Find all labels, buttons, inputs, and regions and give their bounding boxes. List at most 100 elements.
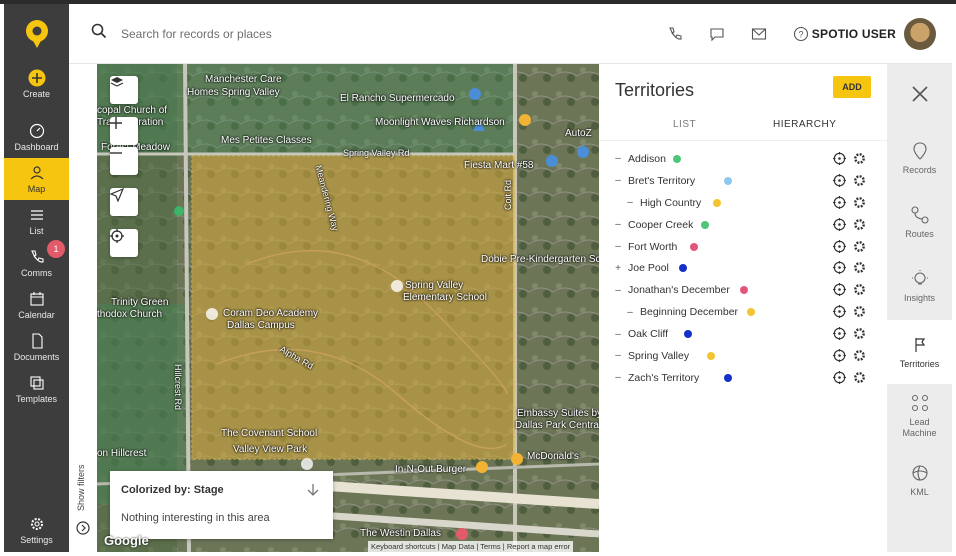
territory-row[interactable]: – Beginning December xyxy=(599,301,887,323)
territory-settings-icon[interactable] xyxy=(853,305,866,321)
chat-icon[interactable] xyxy=(696,26,738,42)
territory-row[interactable]: – Oak Cliff xyxy=(599,323,887,345)
locate-territory-icon[interactable] xyxy=(833,152,846,168)
rail-territories[interactable]: Territories xyxy=(887,320,952,384)
nav-comms[interactable]: Comms 1 xyxy=(4,240,69,284)
territory-row[interactable]: – Spring Valley xyxy=(599,345,887,367)
nav-list[interactable]: List xyxy=(4,200,69,242)
locate-territory-icon[interactable] xyxy=(833,261,846,277)
phone-icon[interactable] xyxy=(654,26,696,42)
expand-toggle[interactable]: + xyxy=(613,263,623,274)
territory-row[interactable]: – Zach's Territory xyxy=(599,367,887,389)
top-bar: ? SPOTIO USER xyxy=(69,4,952,64)
chevron-right-circle-icon[interactable] xyxy=(76,521,90,540)
territory-name[interactable]: Joe Pool xyxy=(628,262,669,274)
territory-settings-icon[interactable] xyxy=(853,152,866,168)
locate-territory-icon[interactable] xyxy=(833,370,846,387)
collapse-toggle[interactable]: – xyxy=(613,285,623,296)
territory-row[interactable]: – High Country xyxy=(599,192,887,214)
map-data-link[interactable]: Map Data xyxy=(442,542,475,551)
territory-row[interactable]: – Fort Worth xyxy=(599,236,887,258)
locate-territory-icon[interactable] xyxy=(833,305,846,321)
show-filters-toggle[interactable]: Show filters xyxy=(76,458,92,518)
collapse-toggle[interactable]: – xyxy=(625,197,635,208)
territory-row[interactable]: – Addison xyxy=(599,148,887,170)
zoom-out-button[interactable] xyxy=(110,147,138,175)
locate-territory-icon[interactable] xyxy=(833,327,846,343)
territory-name[interactable]: Bret's Territory xyxy=(628,175,695,187)
documents-icon xyxy=(29,332,45,350)
locate-territory-icon[interactable] xyxy=(833,217,846,234)
territory-settings-icon[interactable] xyxy=(853,327,866,343)
arrow-down-icon[interactable] xyxy=(307,483,319,502)
collapse-toggle[interactable]: – xyxy=(613,350,623,361)
territory-row[interactable]: – Jonathan's December xyxy=(599,279,887,301)
territory-name[interactable]: Cooper Creek xyxy=(628,219,693,231)
terms-link[interactable]: Terms xyxy=(480,542,500,551)
collapse-toggle[interactable]: – xyxy=(613,153,623,164)
draw-territory-button[interactable] xyxy=(110,188,138,216)
nav-dashboard[interactable]: Dashboard xyxy=(4,116,69,158)
territory-settings-icon[interactable] xyxy=(853,240,866,256)
add-territory-button[interactable]: ADD xyxy=(833,76,871,98)
mail-icon[interactable] xyxy=(738,27,780,41)
map-label: Trinity Green xyxy=(111,297,169,308)
collapse-toggle[interactable]: – xyxy=(613,219,623,230)
locate-territory-icon[interactable] xyxy=(833,239,846,256)
my-location-button[interactable] xyxy=(110,229,138,257)
territory-name[interactable]: Beginning December xyxy=(640,306,738,318)
territory-name[interactable]: Spring Valley xyxy=(628,350,689,362)
collapse-toggle[interactable]: – xyxy=(613,372,623,383)
locate-territory-icon[interactable] xyxy=(833,283,846,299)
territory-settings-icon[interactable] xyxy=(853,196,866,212)
rail-kml[interactable]: KML xyxy=(887,450,952,510)
collapse-toggle[interactable]: – xyxy=(613,329,623,340)
territory-settings-icon[interactable] xyxy=(853,174,866,190)
rail-records[interactable]: Records xyxy=(887,128,952,188)
nav-settings[interactable]: Settings xyxy=(4,508,69,552)
territory-name[interactable]: Jonathan's December xyxy=(628,284,730,296)
territory-settings-icon[interactable] xyxy=(853,371,866,387)
territory-name[interactable]: Addison xyxy=(628,153,666,165)
search-input[interactable] xyxy=(121,26,521,41)
close-button[interactable] xyxy=(887,64,952,128)
zoom-in-button[interactable] xyxy=(110,117,138,145)
nav-templates[interactable]: Templates xyxy=(4,368,69,410)
territory-settings-icon[interactable] xyxy=(853,349,866,365)
territory-name[interactable]: Fort Worth xyxy=(628,241,677,253)
rail-routes[interactable]: Routes xyxy=(887,192,952,252)
templates-icon xyxy=(29,374,45,392)
map-label: Valley View Park xyxy=(233,444,308,455)
nav-map[interactable]: Map xyxy=(4,158,69,200)
spotio-logo[interactable] xyxy=(4,4,69,64)
collapse-toggle[interactable]: – xyxy=(613,241,623,252)
keyboard-shortcuts-link[interactable]: Keyboard shortcuts xyxy=(371,542,436,551)
rail-lead-machine[interactable]: Lead Machine xyxy=(887,386,952,446)
territory-row[interactable]: – Cooper Creek xyxy=(599,214,887,236)
territory-row[interactable]: – Bret's Territory xyxy=(599,170,887,192)
territory-row[interactable]: + Joe Pool xyxy=(599,257,887,279)
locate-territory-icon[interactable] xyxy=(833,173,846,190)
user-menu[interactable]: SPOTIO USER xyxy=(812,18,936,50)
territory-name[interactable]: Oak Cliff xyxy=(628,328,668,340)
tab-list[interactable]: LIST xyxy=(673,119,696,130)
territory-name[interactable]: Zach's Territory xyxy=(628,372,699,384)
locate-territory-icon[interactable] xyxy=(833,195,846,212)
nav-documents[interactable]: Documents xyxy=(4,326,69,368)
nav-create[interactable]: Create xyxy=(4,64,69,104)
colorized-title: Colorized by: Stage xyxy=(121,484,224,496)
territory-settings-icon[interactable] xyxy=(853,283,866,299)
territory-settings-icon[interactable] xyxy=(853,261,866,277)
locate-territory-icon[interactable] xyxy=(833,349,846,365)
collapse-toggle[interactable]: – xyxy=(613,175,623,186)
tab-hierarchy[interactable]: HIERARCHY xyxy=(773,119,836,130)
notification-badge: 1 xyxy=(47,240,65,258)
nav-calendar[interactable]: Calendar xyxy=(4,284,69,326)
territory-name[interactable]: High Country xyxy=(640,197,701,209)
territory-color-dot xyxy=(684,330,693,339)
search-icon[interactable] xyxy=(91,23,107,44)
collapse-toggle[interactable]: – xyxy=(625,307,635,318)
report-error-link[interactable]: Report a map error xyxy=(507,542,570,551)
rail-insights[interactable]: Insights xyxy=(887,256,952,316)
territory-settings-icon[interactable] xyxy=(853,218,866,234)
